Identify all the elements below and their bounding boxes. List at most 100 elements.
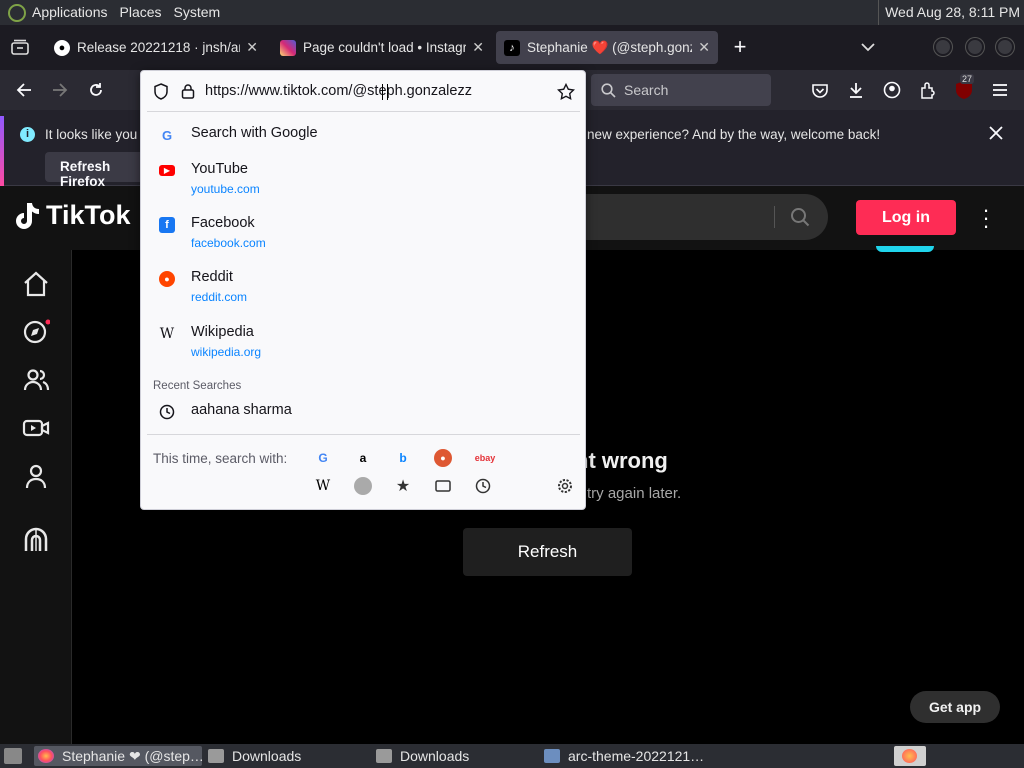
live-indicator — [876, 246, 934, 252]
suggestion-url: wikipedia.org — [191, 345, 262, 359]
suggestion-youtube[interactable]: ▶ YouTube youtube.com — [151, 161, 577, 196]
instagram-icon — [280, 39, 296, 56]
bing-engine-icon[interactable]: b — [394, 449, 412, 467]
suggestion-wikipedia[interactable]: W Wikipedia wikipedia.org — [151, 324, 577, 359]
close-tab-icon[interactable]: ✕ — [698, 39, 710, 56]
more-options-icon[interactable]: · · · — [980, 199, 992, 237]
suggestion-title: Reddit — [191, 269, 233, 285]
list-all-tabs-icon[interactable] — [854, 33, 882, 61]
ublock-origin-icon[interactable]: 27 — [950, 74, 978, 104]
tab-strip: ● Release 20221218 · jnsh/arc-theme ✕ Pa… — [0, 25, 1024, 70]
taskbar-item-firefox[interactable]: Stephanie ❤ (@step… — [34, 746, 202, 766]
duckduckgo-engine-icon[interactable]: ● — [434, 449, 452, 467]
creator-arch-icon[interactable] — [22, 526, 50, 554]
profile-icon[interactable] — [22, 462, 50, 490]
tiktok-search-box[interactable] — [560, 194, 828, 240]
downloads-icon[interactable] — [842, 76, 870, 104]
taskbar-item-downloads-2[interactable]: Downloads — [372, 746, 536, 766]
suggestion-title: YouTube — [191, 161, 248, 177]
extensions-icon[interactable] — [914, 76, 942, 104]
suggestion-url: facebook.com — [191, 236, 266, 250]
firefox-icon — [38, 749, 54, 763]
suggestion-reddit[interactable]: ● Reddit reddit.com — [151, 269, 577, 304]
search-bar[interactable]: Search — [591, 74, 771, 106]
hamburger-menu-icon[interactable] — [986, 76, 1014, 104]
recent-search-item[interactable]: aahana sharma — [151, 402, 577, 420]
tab-instagram[interactable]: Page couldn't load • Instagram ✕ — [272, 31, 492, 64]
reddit-icon: ● — [159, 271, 175, 287]
facebook-icon: f — [159, 217, 175, 233]
tabs-icon[interactable] — [434, 477, 452, 495]
close-tab-icon[interactable]: ✕ — [472, 39, 484, 56]
pocket-icon[interactable] — [806, 76, 834, 104]
forward-button[interactable] — [46, 76, 74, 104]
login-button[interactable]: Log in — [856, 200, 956, 235]
wikipedia-engine-icon[interactable]: W — [314, 477, 332, 495]
applications-menu[interactable]: Applications — [26, 0, 114, 25]
following-icon[interactable] — [22, 366, 50, 394]
window-minimize-button[interactable] — [934, 38, 952, 56]
search-with-google-row[interactable]: G Search with Google — [151, 125, 577, 143]
history-icon[interactable] — [474, 477, 492, 495]
workspace-switcher[interactable] — [894, 746, 926, 766]
live-icon[interactable] — [22, 414, 50, 442]
tracking-protection-shield-icon[interactable] — [153, 82, 169, 100]
window-close-button[interactable] — [996, 38, 1014, 56]
taskbar-item-arc-theme[interactable]: arc-theme-2022121… — [540, 746, 704, 766]
tiktok-sidebar — [0, 250, 72, 744]
system-menu[interactable]: System — [168, 0, 227, 25]
taskbar-item-downloads-1[interactable]: Downloads — [204, 746, 368, 766]
startpage-engine-icon[interactable] — [354, 477, 372, 495]
urlbar-dropdown: https://www.tiktok.com/@steph.gonzalezz … — [140, 70, 586, 510]
search-placeholder: Search — [624, 82, 669, 98]
home-icon[interactable] — [22, 270, 50, 298]
text-cursor — [382, 84, 388, 100]
page-refresh-button[interactable]: Refresh — [463, 528, 632, 576]
refresh-firefox-button[interactable]: Refresh Firefox — [45, 152, 155, 189]
notification-stripe — [0, 116, 4, 186]
urlbar-separator — [147, 111, 580, 112]
ebay-engine-icon[interactable]: ebay — [474, 449, 496, 467]
lock-icon[interactable] — [181, 83, 195, 99]
tab-overview-icon[interactable] — [6, 33, 34, 61]
bookmarks-star-icon[interactable]: ★ — [394, 477, 412, 495]
reload-button[interactable] — [82, 76, 110, 104]
explore-compass-icon[interactable] — [22, 318, 50, 346]
youtube-icon: ▶ — [159, 165, 175, 176]
tab-tiktok[interactable]: ♪ Stephanie ❤️ (@steph.gonzalezz) ✕ — [496, 31, 718, 64]
close-tab-icon[interactable]: ✕ — [246, 39, 258, 56]
new-tab-button[interactable]: + — [726, 33, 754, 61]
show-desktop-icon[interactable] — [4, 748, 22, 764]
notification-message-start: It looks like you — [45, 127, 138, 142]
back-button[interactable] — [10, 76, 38, 104]
taskbar-label: Downloads — [400, 748, 470, 764]
url-text[interactable]: https://www.tiktok.com/@steph.gonzalezz — [205, 83, 557, 99]
places-menu[interactable]: Places — [114, 0, 168, 25]
get-app-button[interactable]: Get app — [910, 691, 1000, 723]
ublock-badge: 27 — [960, 74, 975, 84]
url-field[interactable]: https://www.tiktok.com/@steph.gonzalezz — [147, 76, 579, 106]
window-maximize-button[interactable] — [966, 38, 984, 56]
tab-title: Stephanie ❤️ (@steph.gonzalezz) — [527, 39, 692, 55]
close-notification-icon[interactable] — [988, 125, 1006, 143]
clock[interactable]: Wed Aug 28, 8:11 PM — [878, 0, 1020, 25]
workspace-firefox-icon — [902, 749, 917, 763]
error-subtitle: try again later. — [587, 485, 682, 502]
suggestion-label: Search with Google — [191, 125, 318, 141]
tiktok-icon: ♪ — [504, 39, 520, 56]
recent-search-text: aahana sharma — [191, 402, 292, 418]
bookmark-star-icon[interactable] — [557, 82, 575, 100]
tiktok-search-icon[interactable] — [790, 207, 810, 227]
account-icon[interactable] — [878, 76, 906, 104]
google-engine-icon[interactable]: G — [314, 449, 332, 467]
search-divider — [774, 206, 775, 228]
recent-searches-heading: Recent Searches — [153, 380, 242, 392]
search-settings-gear-icon[interactable] — [556, 477, 574, 495]
suggestion-facebook[interactable]: f Facebook facebook.com — [151, 215, 577, 250]
amazon-engine-icon[interactable]: a — [354, 449, 372, 467]
gnome-logo-icon[interactable] — [8, 3, 26, 22]
tiktok-logo[interactable]: TikTok — [14, 200, 131, 231]
suggestion-url: youtube.com — [191, 182, 260, 196]
bottom-taskbar: Stephanie ❤ (@step… Downloads Downloads … — [0, 744, 1024, 768]
tab-github[interactable]: ● Release 20221218 · jnsh/arc-theme ✕ — [46, 31, 266, 64]
